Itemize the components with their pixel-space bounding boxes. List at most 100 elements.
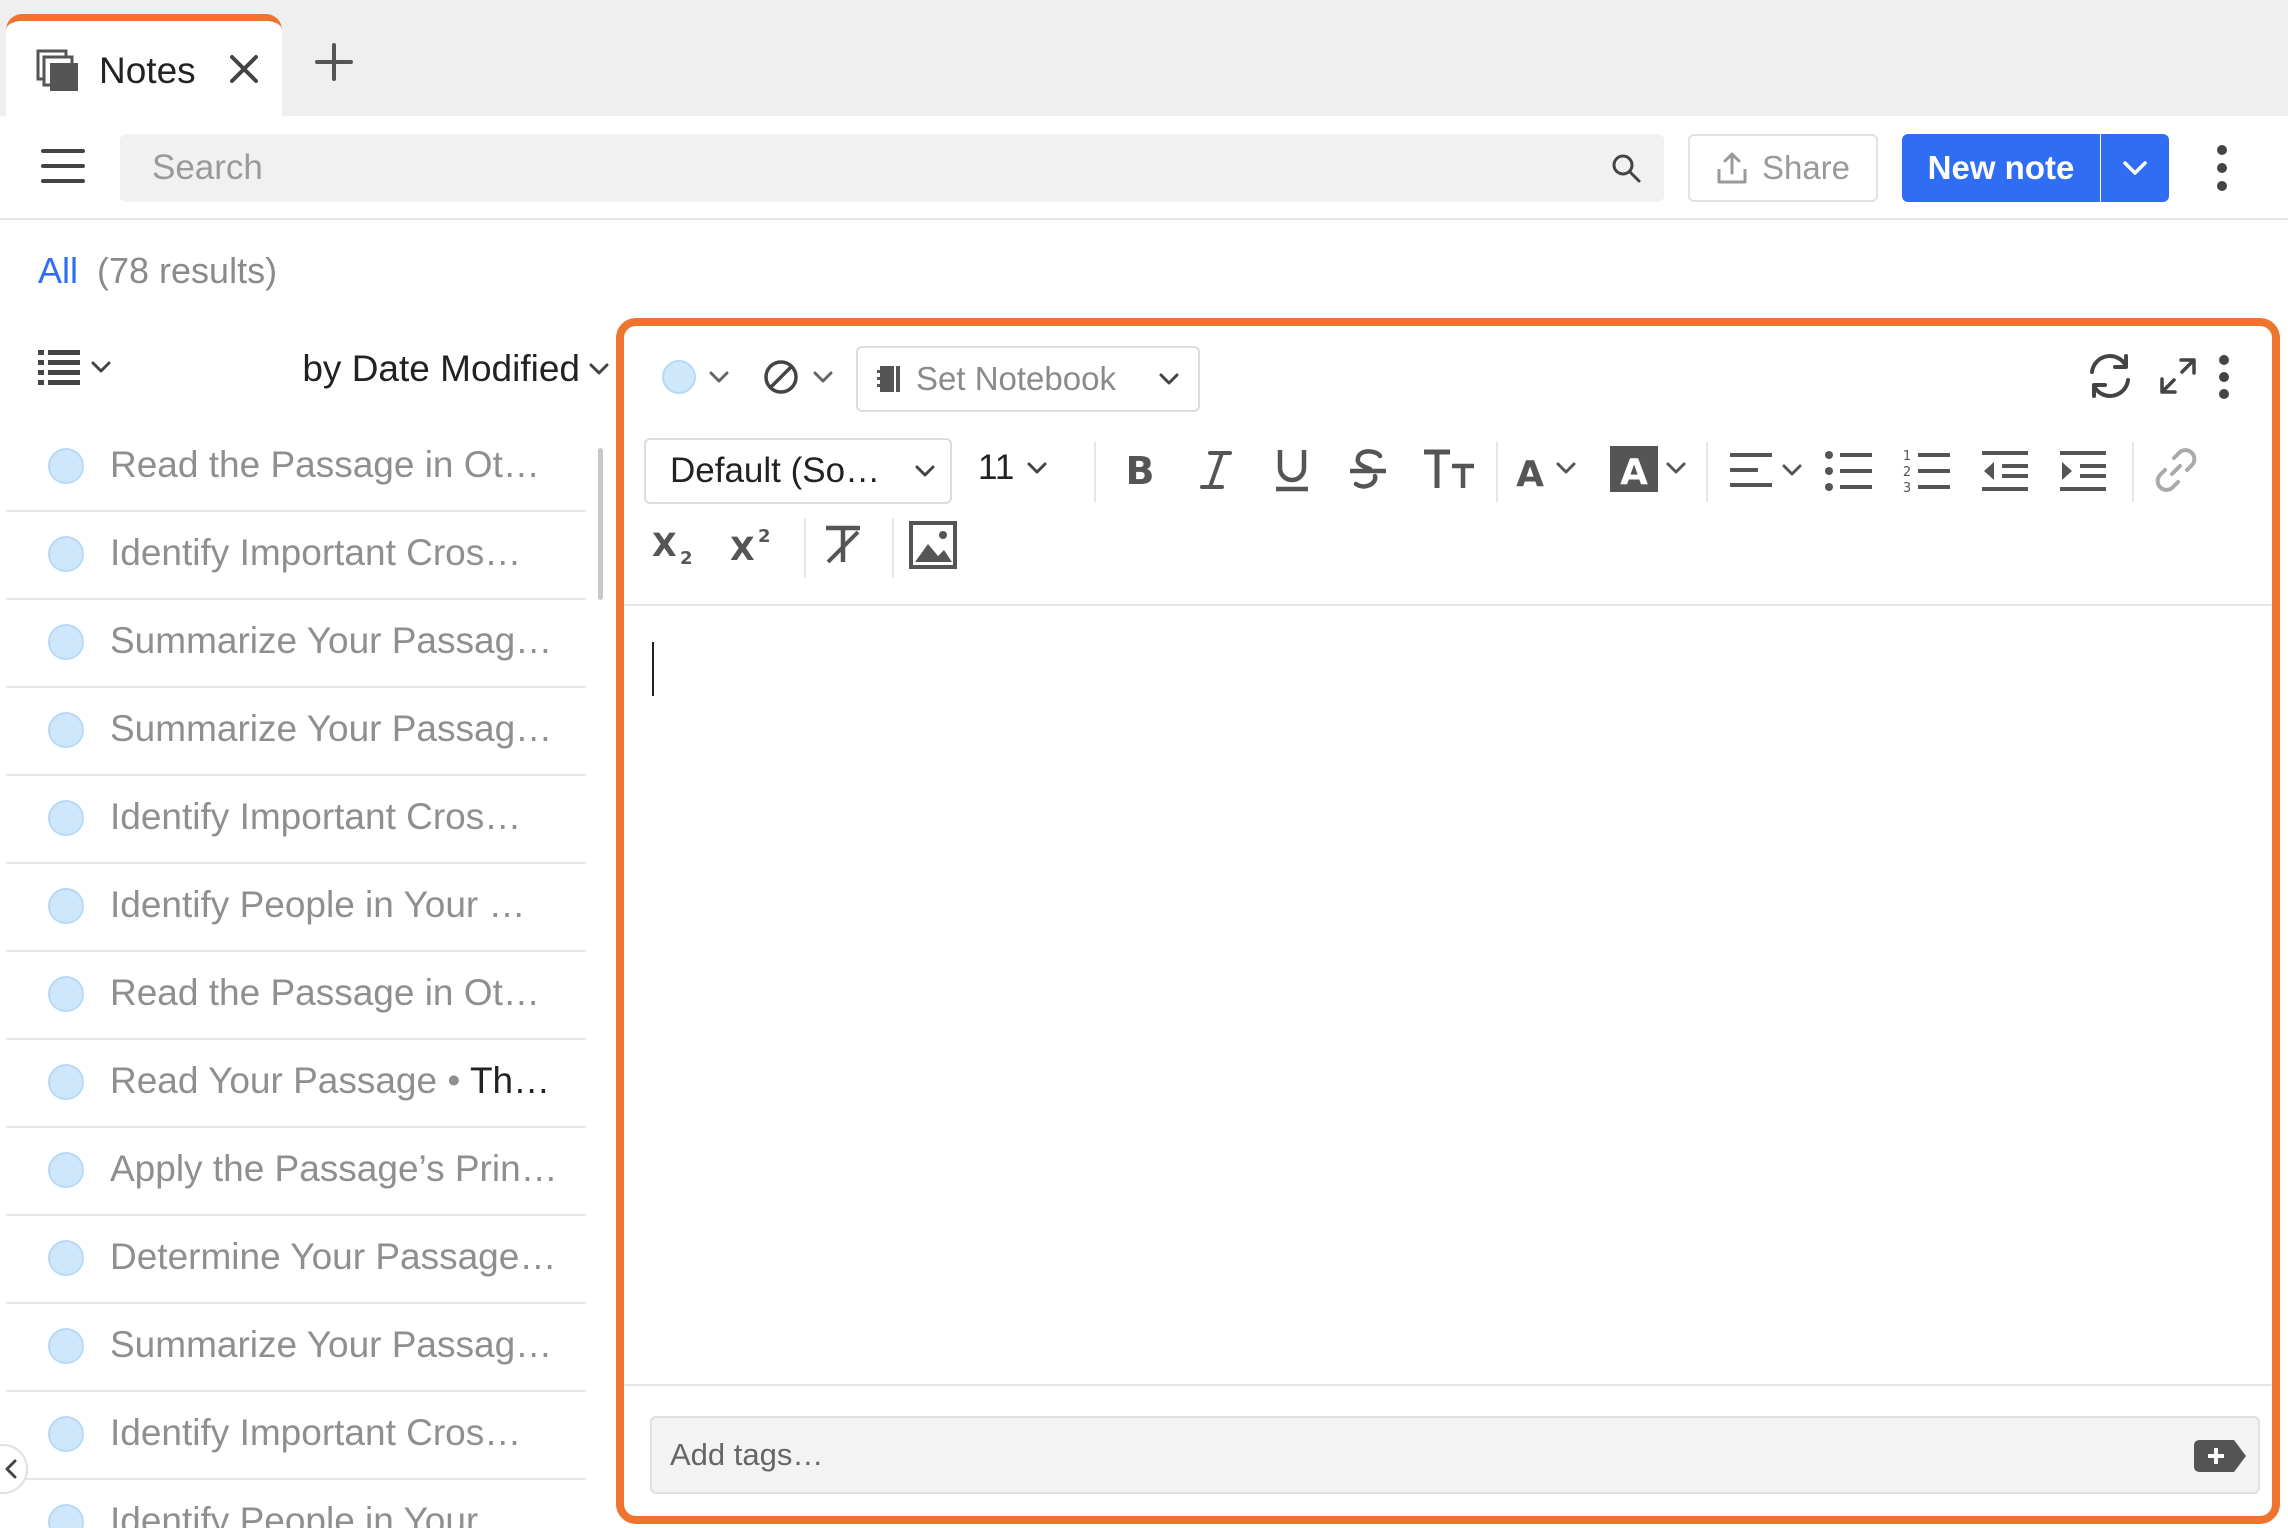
note-color-dot: [48, 712, 84, 748]
clear-format-icon[interactable]: [820, 522, 866, 568]
note-title: Summarize Your Passag…: [110, 1324, 553, 1365]
svg-text:X: X: [652, 526, 677, 564]
new-note-label: New note: [1927, 149, 2075, 186]
chevron-down-icon: [812, 370, 834, 384]
svg-text:A: A: [1620, 452, 1648, 493]
share-icon: [1716, 151, 1748, 185]
note-color-dot: [48, 536, 84, 572]
set-notebook-select[interactable]: Set Notebook: [856, 346, 1200, 412]
note-color-dot: [48, 800, 84, 836]
numbered-list-icon[interactable]: 123: [1902, 446, 1952, 496]
superscript-icon[interactable]: X2: [728, 524, 776, 568]
close-icon[interactable]: [226, 51, 262, 87]
font-family-label: Default (So…: [670, 451, 881, 490]
note-title: Summarize Your Passag…: [110, 708, 553, 749]
add-tag-icon[interactable]: [2192, 1438, 2248, 1474]
text-size-icon[interactable]: [1422, 446, 1476, 494]
search-box: [120, 134, 1664, 202]
expand-icon[interactable]: [2158, 356, 2198, 396]
note-title: Apply the Passage’s Prin…: [110, 1148, 558, 1189]
search-input[interactable]: [120, 134, 1590, 202]
bullet-list-icon[interactable]: [1824, 448, 1874, 494]
svg-text:B: B: [1126, 449, 1155, 492]
list-item[interactable]: Read the Passage in Oth…: [6, 424, 586, 512]
font-family-select[interactable]: Default (So…: [644, 438, 952, 504]
list-item[interactable]: Identify Important Cros…: [6, 1392, 586, 1480]
view-mode-toggle[interactable]: [36, 346, 112, 388]
sync-icon[interactable]: [2084, 350, 2136, 402]
chevron-left-icon: [4, 1458, 18, 1480]
note-list-scrollbar[interactable]: [598, 448, 603, 600]
indent-icon[interactable]: [2058, 448, 2108, 494]
tags-input[interactable]: [652, 1418, 2152, 1492]
tags-box: [650, 1416, 2260, 1494]
outdent-icon[interactable]: [1980, 448, 2030, 494]
new-note-dropdown-button[interactable]: [2101, 134, 2169, 202]
search-icon[interactable]: [1610, 152, 1642, 184]
tab-title: Notes: [99, 50, 196, 91]
list-item[interactable]: Summarize Your Passag…: [6, 688, 586, 776]
main-toolbar: Share New note: [0, 116, 2288, 220]
subscript-icon[interactable]: X2: [650, 524, 698, 568]
note-title: Read the Passage in Oth…: [110, 972, 560, 1013]
list-item[interactable]: Identify Important Cros…: [6, 512, 586, 600]
no-status-icon: [762, 358, 800, 396]
chevron-down-icon: [1026, 461, 1048, 475]
svg-text:A: A: [1516, 454, 1544, 492]
chevron-down-icon: [1158, 372, 1180, 386]
note-color-dot: [48, 1152, 84, 1188]
note-color-picker[interactable]: [662, 360, 730, 394]
list-item[interactable]: Determine Your Passage…: [6, 1216, 586, 1304]
note-title: Read the Passage in Oth…: [110, 444, 560, 485]
strikethrough-icon[interactable]: [1346, 446, 1390, 494]
note-list: Read the Passage in Oth… Identify Import…: [6, 424, 586, 1528]
sort-select[interactable]: by Date Modified: [302, 348, 610, 390]
list-item[interactable]: Read the Passage in Oth…: [6, 952, 586, 1040]
notebook-icon: [876, 364, 902, 394]
note-title: Identify Important Cros…: [110, 1412, 522, 1453]
hamburger-menu-icon[interactable]: [40, 146, 86, 186]
svg-text:3: 3: [1903, 481, 1911, 496]
note-body[interactable]: [624, 606, 2272, 1386]
more-options-icon[interactable]: [2214, 352, 2234, 402]
editor-header: Set Notebook: [624, 326, 2272, 422]
italic-icon[interactable]: [1194, 448, 1238, 492]
tab-bar: Notes: [0, 0, 2288, 116]
list-item[interactable]: Identify People in Your: [6, 1480, 586, 1528]
share-button[interactable]: Share: [1688, 134, 1878, 202]
highlight-color-icon[interactable]: A: [1610, 444, 1692, 494]
chevron-down-icon: [90, 360, 112, 374]
note-color-dot: [48, 1240, 84, 1276]
note-color-dot: [662, 360, 696, 394]
link-icon[interactable]: [2152, 446, 2200, 494]
list-item[interactable]: Read Your Passage • Th…: [6, 1040, 586, 1128]
text-cursor: [652, 642, 654, 696]
list-item[interactable]: Summarize Your Passag…: [6, 600, 586, 688]
filter-scope-link[interactable]: All: [38, 250, 78, 292]
note-editor: Set Notebook Default (So… 11 B A A 1 2 3…: [616, 318, 2280, 1524]
list-item[interactable]: Identify People in Your …: [6, 864, 586, 952]
underline-icon[interactable]: [1270, 446, 1314, 494]
list-item[interactable]: Identify Important Cros…: [6, 776, 586, 864]
add-tab-icon[interactable]: [314, 42, 354, 82]
formatting-toolbar: Default (So… 11 B A A 1 2 3 X 2 X 2: [624, 422, 2272, 606]
new-note-button[interactable]: New note: [1902, 134, 2100, 202]
insert-image-icon[interactable]: [908, 520, 958, 570]
bold-icon[interactable]: B: [1118, 448, 1162, 492]
note-title: Determine Your Passage…: [110, 1236, 557, 1277]
svg-text:2: 2: [1903, 465, 1911, 480]
text-color-icon[interactable]: A: [1514, 448, 1584, 492]
list-item[interactable]: Summarize Your Passag…: [6, 1304, 586, 1392]
toolbar-divider: [804, 518, 806, 578]
tab-notes[interactable]: Notes: [6, 14, 282, 116]
chevron-down-icon: [914, 464, 936, 478]
list-item[interactable]: Apply the Passage’s Prin…: [6, 1128, 586, 1216]
font-size-select[interactable]: 11: [978, 448, 1048, 488]
notes-stack-icon: [36, 49, 80, 93]
align-icon[interactable]: [1728, 450, 1810, 492]
toolbar-divider: [2132, 442, 2134, 502]
note-title: Read Your Passage • Th…: [110, 1060, 551, 1101]
more-options-icon[interactable]: [2212, 142, 2232, 194]
note-title: Summarize Your Passag…: [110, 620, 553, 661]
status-picker[interactable]: [762, 358, 834, 396]
